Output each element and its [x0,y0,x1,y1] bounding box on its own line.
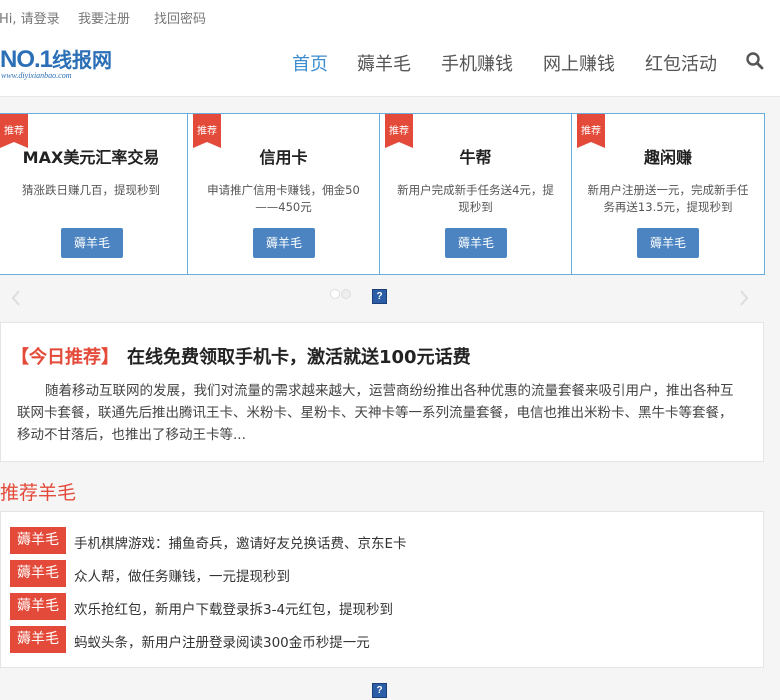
carousel-card[interactable]: 推荐 信用卡 申请推广信用卡赚钱，佣金50——450元 薅羊毛 [187,113,380,275]
carousel-dots[interactable] [330,284,358,299]
carousel-card[interactable]: 推荐 MAX美元汇率交易 猜涨跌日赚几百，提现秒到 薅羊毛 [0,113,188,275]
card-button[interactable]: 薅羊毛 [253,228,315,258]
list-item-text[interactable]: 蚂蚁头条，新用户注册登录阅读300金币秒提一元 [74,631,370,651]
list-item-text[interactable]: 手机棋牌游戏：捕鱼奇兵，邀请好友兑换话费、京东E卡 [74,532,407,552]
chevron-left-icon[interactable] [9,288,23,308]
recommend-ribbon: 推荐 [193,114,221,148]
nav-mobile-earn[interactable]: 手机赚钱 [441,50,513,76]
recommend-ribbon: 推荐 [0,114,28,148]
card-desc: 新用户注册送一元，完成新手任务再送13.5元，提现秒到 [587,183,749,214]
card-title: 趣闲赚 [643,148,692,167]
help-icon[interactable]: ? [372,683,387,698]
card-desc: 猜涨跌日赚几百，提现秒到 [22,183,160,197]
chevron-right-icon[interactable] [737,288,751,308]
logo-brand-cn: 线报网 [52,48,113,72]
card-title: MAX美元汇率交易 [22,148,160,167]
article-headline: 在线免费领取手机卡，激活就送100元话费 [127,347,471,368]
logo-url: www.diyixianbao.com [1,71,72,80]
login-link[interactable]: Hi, 请登录 [0,8,60,27]
logo-brand-no: NO.1 [0,46,53,73]
top-bar: Hi, 请登录 我要注册 找回密码 [0,0,780,34]
header: NO.1线报网 www.diyixianbao.com 首页 薅羊毛 手机赚钱 … [0,34,780,97]
category-badge[interactable]: 薅羊毛 [10,626,66,653]
site-logo[interactable]: NO.1线报网 www.diyixianbao.com [0,44,115,84]
card-button[interactable]: 薅羊毛 [445,228,507,258]
card-title: 信用卡 [259,148,308,167]
article-title[interactable]: 【今日推荐】 在线免费领取手机卡，激活就送100元话费 [11,343,471,369]
today-recommend-article[interactable]: 【今日推荐】 在线免费领取手机卡，激活就送100元话费 随着移动互联网的发展，我们… [0,322,764,462]
recover-password-link[interactable]: 找回密码 [154,8,206,27]
nav-home[interactable]: 首页 [292,50,328,76]
category-badge[interactable]: 薅羊毛 [10,527,66,554]
carousel: 推荐 MAX美元汇率交易 猜涨跌日赚几百，提现秒到 薅羊毛 推荐 信用卡 申请推… [0,113,780,277]
list-item-text[interactable]: 众人帮，做任务赚钱，一元提现秒到 [74,565,290,585]
list-item-text[interactable]: 欢乐抢红包，新用户下载登录拆3-4元红包，提现秒到 [74,598,393,618]
nav-online-earn[interactable]: 网上赚钱 [543,50,615,76]
search-icon[interactable] [745,51,765,71]
article-excerpt: 随着移动互联网的发展，我们对流量的需求越来越大，运营商纷纷推出各种优惠的流量套餐… [17,383,734,443]
carousel-card[interactable]: 推荐 牛帮 新用户完成新手任务送4元，提现秒到 薅羊毛 [379,113,572,275]
section-title: 推荐羊毛 [0,482,77,504]
help-icon[interactable]: ? [372,289,387,304]
card-button[interactable]: 薅羊毛 [637,228,699,258]
category-badge[interactable]: 薅羊毛 [10,560,66,587]
category-badge[interactable]: 薅羊毛 [10,593,66,620]
register-link[interactable]: 我要注册 [78,8,130,27]
recommend-list: 薅羊毛 手机棋牌游戏：捕鱼奇兵，邀请好友兑换话费、京东E卡 薅羊毛 众人帮，做任… [0,511,764,668]
card-button[interactable]: 薅羊毛 [61,228,123,258]
nav-redpacket[interactable]: 红包活动 [645,50,717,76]
nav-yangmao[interactable]: 薅羊毛 [357,50,411,76]
recommend-ribbon: 推荐 [577,114,605,148]
card-desc: 新用户完成新手任务送4元，提现秒到 [397,183,554,214]
article-tag: 【今日推荐】 [11,347,119,368]
card-desc: 申请推广信用卡赚钱，佣金50——450元 [207,183,360,214]
card-title: 牛帮 [459,148,492,167]
recommend-ribbon: 推荐 [385,114,413,148]
carousel-card[interactable]: 推荐 趣闲赚 新用户注册送一元，完成新手任务再送13.5元，提现秒到 薅羊毛 [571,113,765,275]
